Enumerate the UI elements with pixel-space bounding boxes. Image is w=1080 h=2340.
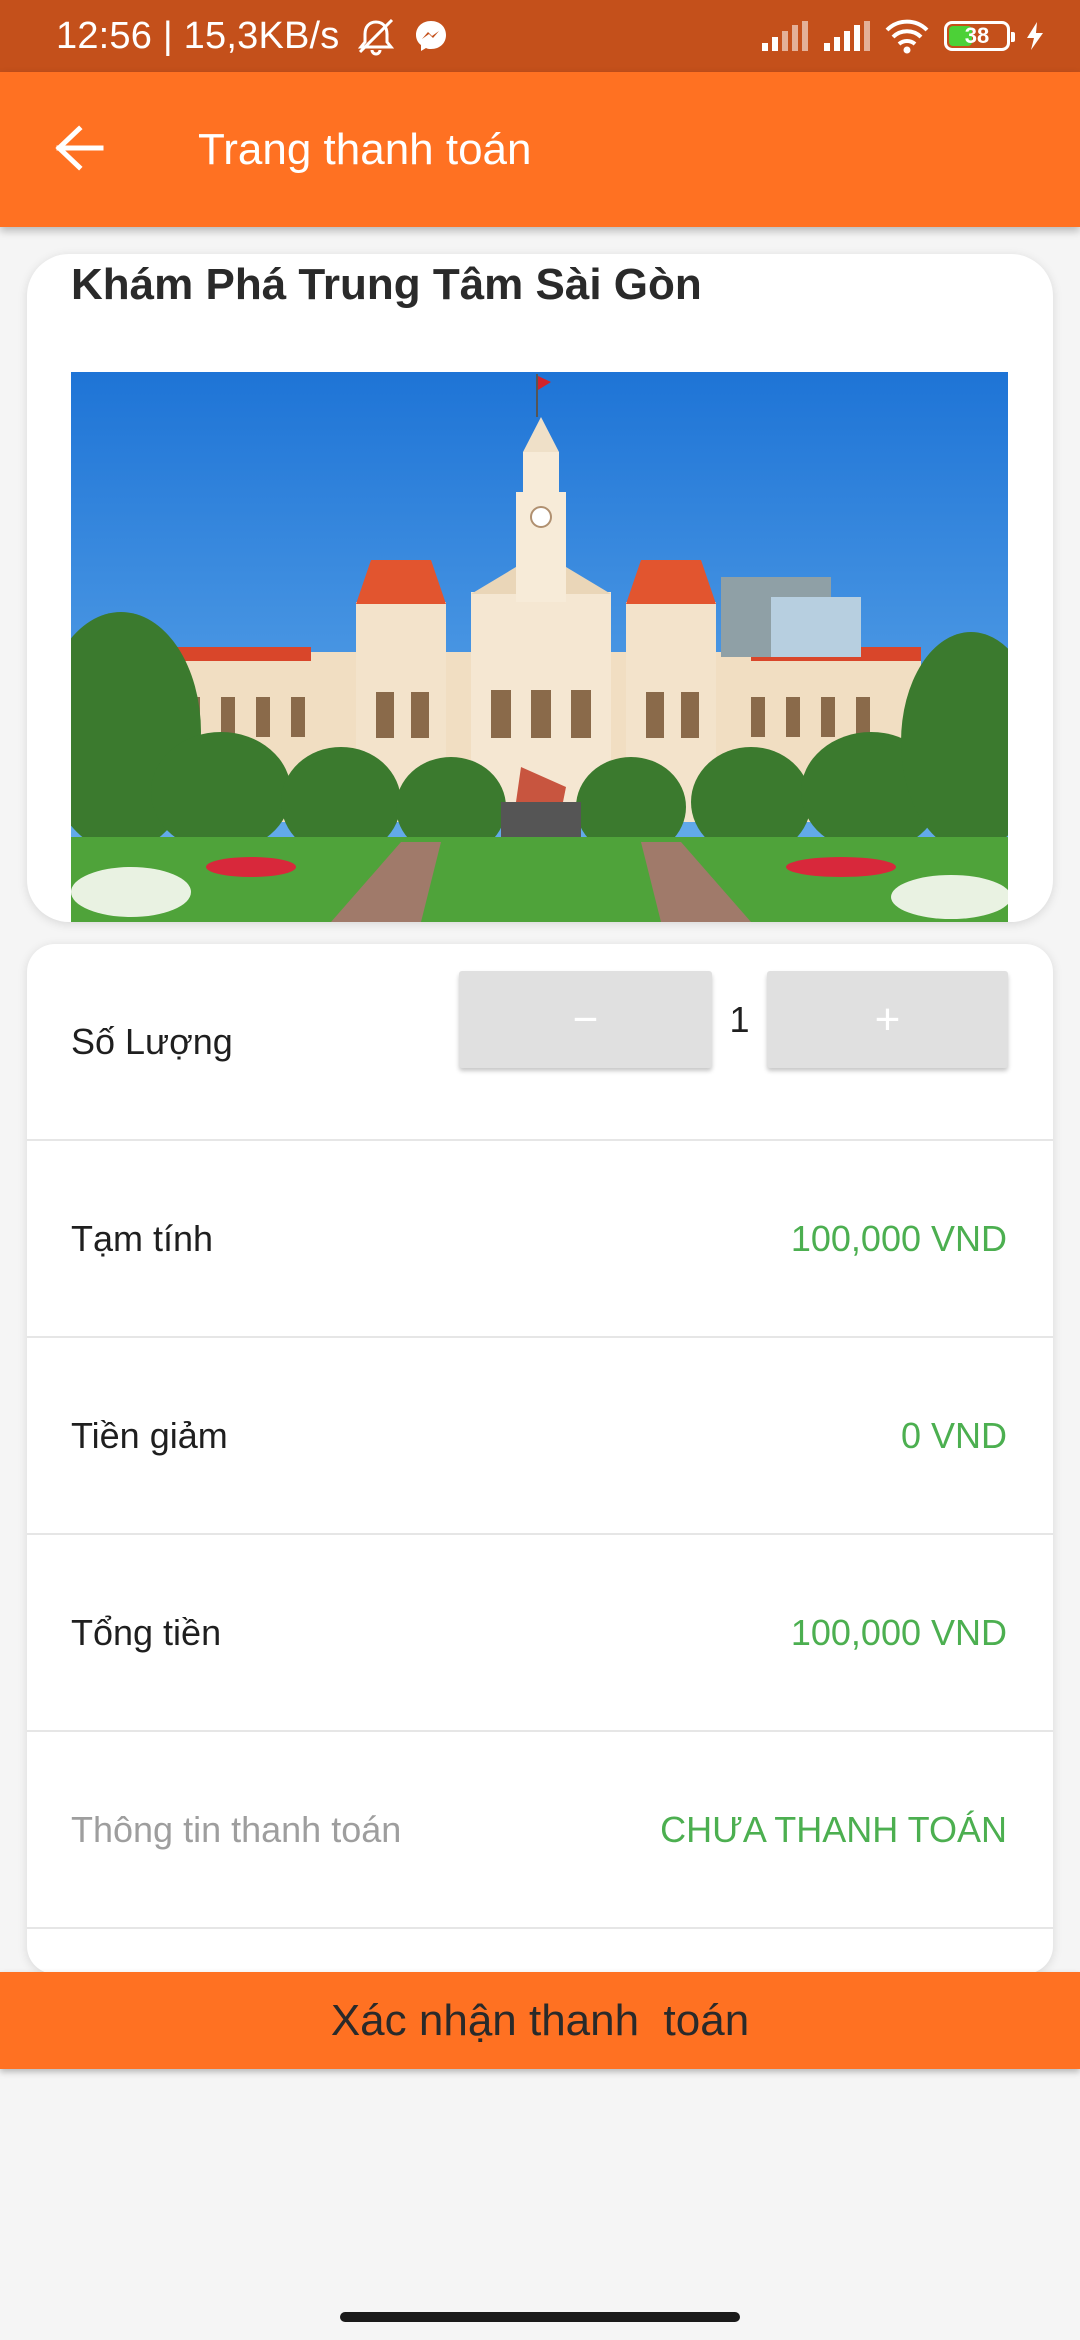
payment-info-label: Thông tin thanh toán <box>71 1808 402 1850</box>
subtotal-row: Tạm tính 100,000 VND <box>27 1141 1053 1338</box>
decrease-quantity-button[interactable]: − <box>459 971 712 1068</box>
battery-icon: 38 <box>944 21 1015 51</box>
charging-icon <box>1027 22 1043 50</box>
discount-label: Tiền giảm <box>71 1414 228 1456</box>
signal-icon <box>762 21 808 51</box>
tour-image <box>71 372 1008 922</box>
tour-title: Khám Phá Trung Tâm Sài Gòn <box>71 260 702 309</box>
arrow-left-icon <box>55 125 104 171</box>
status-bar: 12:56 | 15,3KB/s 38 <box>0 0 1080 72</box>
discount-row: Tiền giảm 0 VND <box>27 1338 1053 1535</box>
tour-card: Khám Phá Trung Tâm Sài Gòn <box>27 254 1053 922</box>
total-value: 100,000 VND <box>790 1611 1007 1653</box>
quantity-row: Số Lượng − 1 + <box>27 944 1053 1141</box>
increase-quantity-button[interactable]: + <box>767 971 1008 1068</box>
battery-level: 38 <box>964 23 990 48</box>
quantity-label: Số Lượng <box>71 1020 233 1062</box>
status-right: 38 <box>760 0 1046 72</box>
confirm-payment-button[interactable]: Xác nhận thanh toán <box>0 1972 1080 2069</box>
total-label: Tổng tiền <box>71 1611 222 1653</box>
status-time-speed: 12:56 | 15,3KB/s <box>56 14 340 57</box>
back-button[interactable] <box>48 116 112 180</box>
mute-icon <box>357 18 394 56</box>
subtotal-label: Tạm tính <box>71 1217 214 1259</box>
home-indicator[interactable] <box>340 2312 740 2322</box>
status-left: 12:56 | 15,3KB/s <box>56 0 450 72</box>
messenger-icon <box>415 21 446 51</box>
payment-info-row[interactable]: Thông tin thanh toán CHƯA THANH TOÁN <box>27 1732 1053 1929</box>
total-row: Tổng tiền 100,000 VND <box>27 1535 1053 1732</box>
quantity-value: 1 <box>729 998 750 1040</box>
page-title: Trang thanh toán <box>198 124 532 174</box>
app-bar: Trang thanh toán <box>0 72 1080 227</box>
subtotal-value: 100,000 VND <box>790 1217 1007 1259</box>
discount-value: 0 VND <box>900 1414 1007 1456</box>
payment-status: CHƯA THANH TOÁN <box>660 1808 1007 1850</box>
details-card: Số Lượng − 1 + Tạm tính 100,000 VND Tiền… <box>27 944 1053 1974</box>
signal-icon <box>824 21 870 51</box>
wifi-icon <box>885 19 929 54</box>
